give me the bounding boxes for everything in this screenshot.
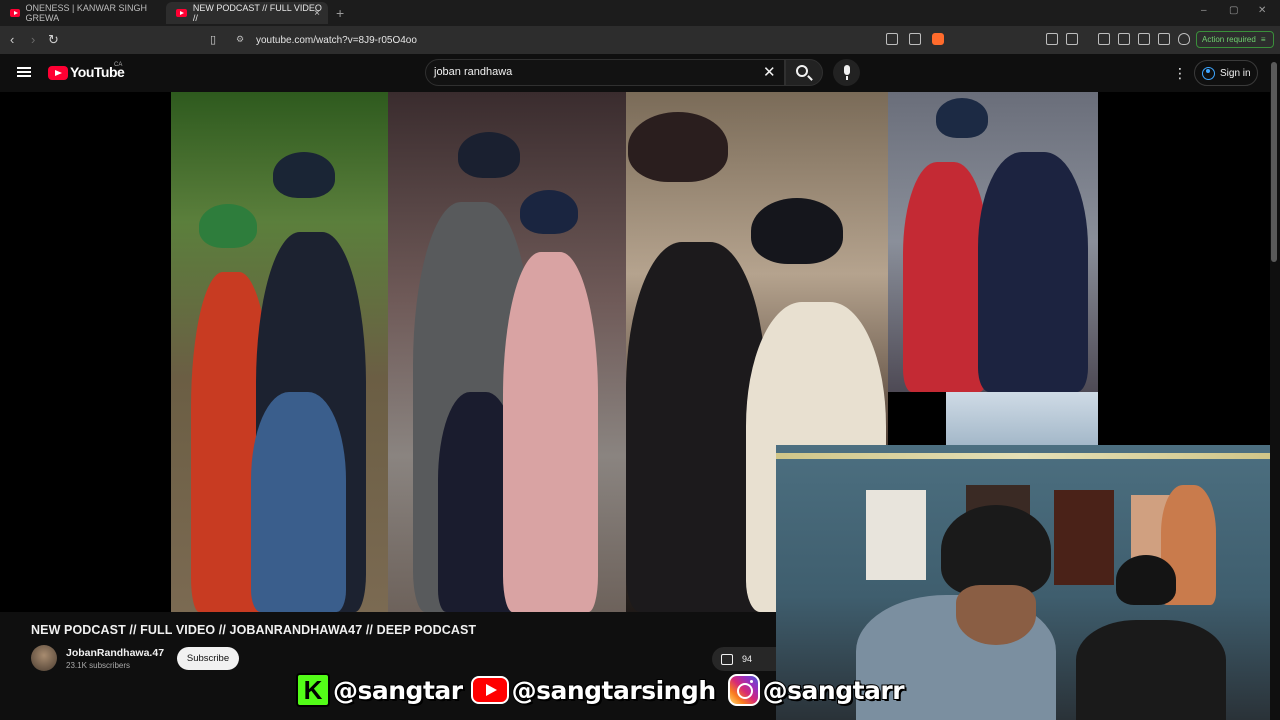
- youtube-logo-icon[interactable]: [48, 66, 68, 80]
- like-button[interactable]: 94: [712, 647, 776, 671]
- instagram-handle: @sangtarr: [762, 675, 906, 706]
- search-input[interactable]: joban randhawa: [434, 66, 512, 78]
- kick-handle: @sangtar: [332, 675, 464, 706]
- hamburger-menu-icon[interactable]: [17, 67, 31, 77]
- video-photo-collage-left: [171, 92, 388, 612]
- social-handles-overlay: K @sangtar @sangtarsingh @sangtarr: [296, 669, 906, 711]
- leo-ai-icon[interactable]: [1158, 33, 1170, 45]
- like-count: 94: [742, 654, 753, 664]
- minimize-button[interactable]: –: [1201, 5, 1207, 16]
- thumbs-up-icon: [721, 653, 733, 665]
- vpn-shield-icon[interactable]: [1178, 33, 1190, 45]
- new-tab-button[interactable]: +: [336, 5, 344, 21]
- voice-search-icon[interactable]: [833, 59, 860, 86]
- forward-arrow-icon[interactable]: ›: [31, 32, 35, 47]
- settings-menu-icon[interactable]: ⋮: [1173, 66, 1187, 80]
- video-title: NEW PODCAST // FULL VIDEO // JOBANRANDHA…: [31, 623, 477, 637]
- close-tab-icon[interactable]: ×: [314, 8, 320, 19]
- back-arrow-icon[interactable]: ‹: [10, 32, 14, 47]
- subscriber-count: 23.1K subscribers: [66, 661, 131, 670]
- account-icon: [1202, 66, 1215, 80]
- sidebar-icon[interactable]: [1118, 33, 1130, 45]
- cast-icon[interactable]: [886, 33, 898, 45]
- browser-tab-bar: ONENESS | KANWAR SINGH GREWA NEW PODCAST…: [0, 0, 1280, 26]
- browser-tab-podcast[interactable]: NEW PODCAST // FULL VIDEO // ×: [166, 2, 328, 24]
- channel-name[interactable]: JobanRandhawa.47: [66, 647, 164, 659]
- address-bar-row: ‹ › ↻ ▯ ⚙: [0, 26, 1280, 54]
- youtube-handle: @sangtarsingh: [511, 675, 718, 706]
- kick-logo-icon: K: [296, 673, 330, 707]
- sign-in-button[interactable]: Sign in: [1194, 60, 1258, 86]
- url-field[interactable]: youtube.com/watch?v=8J9-r05O4oo: [256, 35, 417, 46]
- wallet-icon[interactable]: [1138, 33, 1150, 45]
- screenshot-icon[interactable]: [1066, 33, 1078, 45]
- video-photo-collage-center: [388, 92, 626, 612]
- clear-search-icon[interactable]: ✕: [763, 63, 776, 81]
- site-info-icon[interactable]: ⚙: [236, 34, 244, 45]
- tab-label: NEW PODCAST // FULL VIDEO //: [192, 3, 322, 23]
- media-icon[interactable]: [1098, 33, 1110, 45]
- youtube-favicon-icon: [176, 9, 187, 17]
- extensions-icon[interactable]: [1046, 33, 1058, 45]
- video-photo-collage-fragment: [946, 392, 1098, 445]
- video-photo-collage-top-right: [888, 92, 1098, 392]
- share-icon[interactable]: [909, 33, 921, 45]
- menu-lines-icon: ≡: [1260, 35, 1266, 44]
- browser-tab-oneness[interactable]: ONENESS | KANWAR SINGH GREWA: [0, 2, 162, 24]
- close-window-button[interactable]: ✕: [1258, 5, 1266, 16]
- youtube-logo-icon: [470, 676, 509, 704]
- subscribe-button[interactable]: Subscribe: [177, 647, 239, 670]
- channel-avatar[interactable]: [31, 645, 57, 671]
- tab-label: ONENESS | KANWAR SINGH GREWA: [25, 3, 148, 23]
- brave-shield-icon[interactable]: [932, 33, 944, 45]
- page-scrollbar[interactable]: [1271, 62, 1277, 262]
- maximize-button[interactable]: ▢: [1229, 5, 1238, 16]
- instagram-logo-icon: [727, 674, 760, 706]
- region-code: CA: [114, 62, 123, 68]
- search-icon[interactable]: [796, 65, 808, 77]
- reload-icon[interactable]: ↻: [48, 32, 59, 48]
- sign-in-label: Sign in: [1220, 67, 1251, 79]
- bookmark-icon[interactable]: ▯: [210, 33, 216, 46]
- action-required-button[interactable]: Action required ≡: [1196, 31, 1274, 48]
- youtube-favicon-icon: [10, 9, 20, 17]
- action-required-label: Action required: [1202, 35, 1256, 44]
